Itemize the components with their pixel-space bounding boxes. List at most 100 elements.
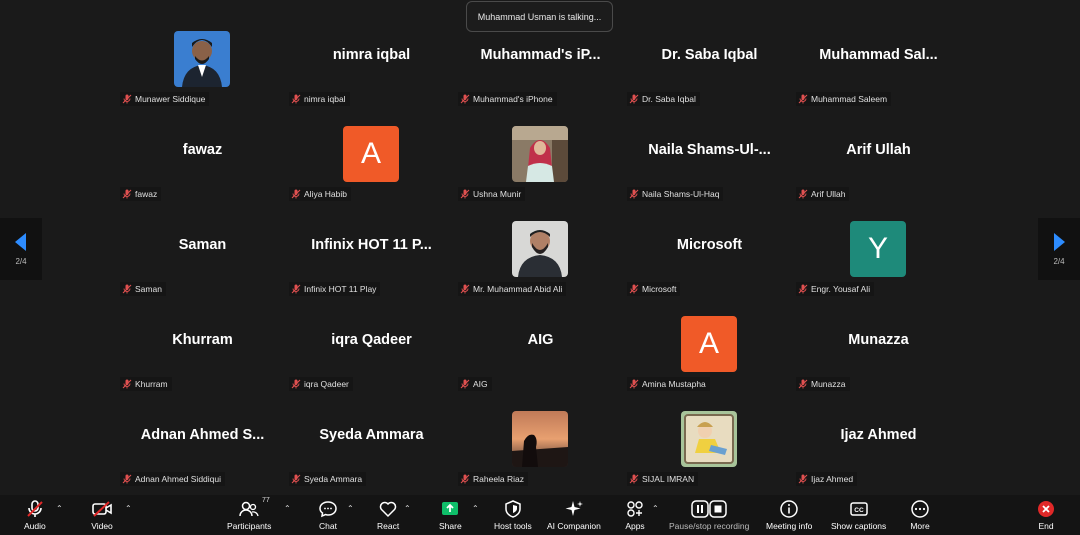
participant-name-label: SIJAL IMRAN [627, 472, 699, 486]
video-button[interactable]: Video [91, 499, 113, 531]
apps-options-chevron-icon[interactable]: ⌃ [652, 504, 659, 513]
participant-name-text: Infinix HOT 11 Play [304, 284, 377, 294]
audio-options-chevron-icon[interactable]: ⌃ [56, 504, 63, 513]
next-page-button[interactable]: 2/4 [1038, 218, 1080, 280]
participant-tile[interactable]: fawaz fawaz [118, 123, 287, 218]
react-label: React [377, 521, 400, 531]
host-tools-button[interactable]: Host tools [494, 499, 532, 531]
participant-name-text: Khurram [135, 379, 168, 389]
participant-tile[interactable]: Ushna Munir [456, 123, 625, 218]
participants-icon [239, 501, 259, 517]
participant-tile[interactable]: Mr. Muhammad Abid Ali [456, 218, 625, 313]
participant-tile[interactable]: A Amina Mustapha [625, 313, 794, 408]
participant-name-label: Mr. Muhammad Abid Ali [458, 282, 567, 296]
mic-muted-icon [798, 474, 808, 484]
sparkle-icon [565, 501, 583, 516]
participant-tile[interactable]: Naila Shams-Ul-... Naila Shams-Ul-Haq [625, 123, 794, 218]
show-captions-button[interactable]: CC Show captions [831, 499, 886, 531]
participant-avatar-initial: Y [850, 221, 906, 277]
more-button[interactable]: More [910, 499, 930, 531]
participant-name-label: Muhammad Saleem [796, 92, 892, 106]
captions-icon: CC [849, 502, 868, 516]
participants-options-chevron-icon[interactable]: ⌃ [284, 504, 291, 513]
participant-display-name: Arif Ullah [846, 142, 911, 158]
participant-name-label: Syeda Ammara [289, 472, 367, 486]
participant-photo [174, 31, 230, 87]
mic-muted-icon [291, 284, 301, 294]
participant-name-label: Munawer Siddique [120, 92, 210, 106]
meeting-info-button[interactable]: Meeting info [766, 499, 812, 531]
participant-name-text: fawaz [135, 189, 158, 199]
participant-tile[interactable]: SIJAL IMRAN [625, 408, 794, 503]
participant-name-label: Infinix HOT 11 Play [289, 282, 381, 296]
audio-label: Audio [24, 521, 46, 531]
participant-display-name: Microsoft [676, 237, 743, 253]
participant-tile[interactable]: AIG AIG [456, 313, 625, 408]
end-call-icon [1038, 501, 1054, 517]
participant-photo [512, 411, 568, 467]
participant-tile[interactable]: Munazza Munazza [794, 313, 963, 408]
mic-muted-icon [629, 94, 639, 104]
ai-companion-button[interactable]: AI Companion [547, 499, 601, 531]
participant-tile[interactable]: Khurram Khurram [118, 313, 287, 408]
participant-tile[interactable]: Syeda Ammara Syeda Ammara [287, 408, 456, 503]
participant-display-name: Adnan Ahmed S... [140, 427, 265, 443]
mic-muted-icon [122, 94, 132, 104]
participant-tile[interactable]: Infinix HOT 11 P... Infinix HOT 11 Play [287, 218, 456, 313]
shield-icon [505, 500, 521, 518]
participant-name-text: Engr. Yousaf Ali [811, 284, 871, 294]
video-options-chevron-icon[interactable]: ⌃ [125, 504, 132, 513]
react-button[interactable]: React [377, 499, 399, 531]
share-options-chevron-icon[interactable]: ⌃ [472, 504, 479, 513]
participant-tile[interactable]: Microsoft Microsoft [625, 218, 794, 313]
participant-tile[interactable]: Muhammad Sal... Muhammad Saleem [794, 28, 963, 123]
participant-tile[interactable]: Saman Saman [118, 218, 287, 313]
participant-name-label: AIG [458, 377, 492, 391]
pause-stop-recording-button[interactable]: Pause/stop recording [669, 499, 749, 531]
prev-page-button[interactable]: 2/4 [0, 218, 42, 280]
participant-tile[interactable]: Muhammad's iP... Muhammad's iPhone [456, 28, 625, 123]
end-button[interactable]: End [1036, 499, 1056, 531]
participant-tile[interactable]: Arif Ullah Arif Ullah [794, 123, 963, 218]
participant-photo [681, 411, 737, 467]
participant-tile[interactable]: iqra Qadeer iqra Qadeer [287, 313, 456, 408]
participant-display-name: Dr. Saba Iqbal [661, 47, 758, 63]
participant-tile[interactable]: Ijaz Ahmed Ijaz Ahmed [794, 408, 963, 503]
react-options-chevron-icon[interactable]: ⌃ [404, 504, 411, 513]
participant-tile[interactable]: Dr. Saba Iqbal Dr. Saba Iqbal [625, 28, 794, 123]
participant-display-name: nimra iqbal [332, 47, 411, 63]
share-button[interactable]: Share [439, 499, 462, 531]
participant-name-label: nimra iqbal [289, 92, 350, 106]
participant-tile[interactable]: Adnan Ahmed S... Adnan Ahmed Siddiqui [118, 408, 287, 503]
page-indicator-left: 2/4 [15, 256, 27, 266]
audio-button[interactable]: Audio [24, 499, 46, 531]
chat-label: Chat [319, 521, 337, 531]
participant-name-label: Aliya Habib [289, 187, 351, 201]
mic-muted-icon [460, 94, 470, 104]
participant-name-label: Munazza [796, 377, 850, 391]
mic-muted-icon [291, 379, 301, 389]
mic-muted-icon [460, 474, 470, 484]
participant-tile[interactable]: nimra iqbal nimra iqbal [287, 28, 456, 123]
participant-name-label: Ijaz Ahmed [796, 472, 858, 486]
mic-muted-icon [798, 379, 808, 389]
chat-options-chevron-icon[interactable]: ⌃ [347, 504, 354, 513]
mic-muted-icon [122, 189, 132, 199]
participant-tile[interactable]: Y Engr. Yousaf Ali [794, 218, 963, 313]
mic-muted-icon [629, 284, 639, 294]
participant-name-text: Adnan Ahmed Siddiqui [135, 474, 222, 484]
captions-label: Show captions [831, 521, 887, 531]
participant-display-name: fawaz [182, 142, 223, 158]
participant-name-text: AIG [473, 379, 488, 389]
record-label: Pause/stop recording [669, 521, 750, 531]
participant-tile[interactable]: A Aliya Habib [287, 123, 456, 218]
participant-name-text: Ushna Munir [473, 189, 522, 199]
apps-label: Apps [625, 521, 645, 531]
participant-name-label: Arif Ullah [796, 187, 850, 201]
chat-button[interactable]: Chat [318, 499, 338, 531]
active-speaker-text: Muhammad Usman is talking... [477, 11, 602, 22]
apps-button[interactable]: Apps [625, 499, 645, 531]
participant-tile[interactable]: Raheela Riaz [456, 408, 625, 503]
participant-tile[interactable]: Munawer Siddique [118, 28, 287, 123]
share-screen-icon [442, 502, 459, 515]
